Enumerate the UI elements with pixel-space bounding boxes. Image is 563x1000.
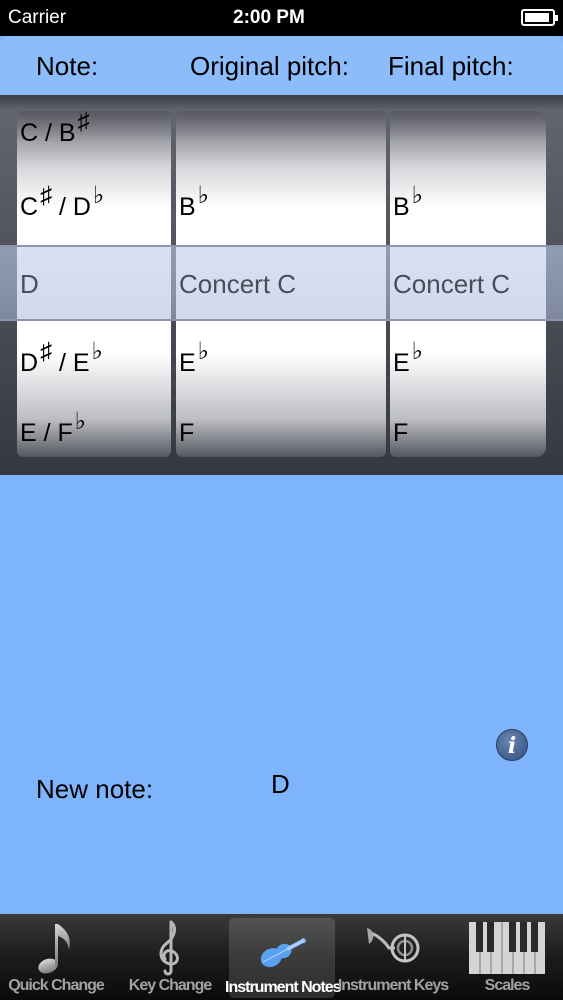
tab-label: Scales xyxy=(484,977,531,994)
treble-clef-icon xyxy=(114,920,226,976)
picker-row[interactable]: E♭ xyxy=(179,338,209,378)
picker-row[interactable]: B♭ xyxy=(179,182,209,222)
carrier-label: Carrier xyxy=(8,7,67,28)
french-horn-icon xyxy=(337,920,449,976)
tab-label: Quick Change xyxy=(8,977,105,994)
selected-original-pitch: Concert C xyxy=(179,269,297,299)
picker-row[interactable]: C♯ / D♭ xyxy=(20,182,104,222)
picker-row[interactable]: F xyxy=(393,419,408,448)
battery-icon xyxy=(521,9,558,26)
picker-row[interactable]: D♯ / E♭ xyxy=(20,338,103,378)
final-pitch-header: Final pitch: xyxy=(388,51,514,81)
status-time: 2:00 PM xyxy=(233,7,305,28)
picker-selection-indicator: D Concert C Concert C xyxy=(0,245,563,321)
selected-note: D xyxy=(20,269,39,299)
tab-bar: Quick Change Key Change Instrument Notes xyxy=(0,914,563,1000)
tab-label: Instrument Keys xyxy=(337,977,449,994)
new-note-value: D xyxy=(271,769,290,799)
tab-key-change[interactable]: Key Change xyxy=(114,914,226,1000)
tab-label: Instrument Notes xyxy=(225,979,342,996)
picker-header: Note: Original pitch: Final pitch: xyxy=(0,36,563,95)
tab-instrument-notes[interactable]: Instrument Notes xyxy=(225,918,342,998)
violin-icon xyxy=(229,924,335,980)
new-note-label: New note: xyxy=(36,774,154,804)
picker-row[interactable]: E♭ xyxy=(393,338,423,378)
tab-label: Key Change xyxy=(128,977,212,994)
picker-row[interactable]: F xyxy=(179,419,194,448)
selected-final-pitch: Concert C xyxy=(393,269,511,299)
picker-row[interactable]: B♭ xyxy=(393,182,423,222)
tab-quick-change[interactable]: Quick Change xyxy=(0,914,112,1000)
note-column-header: Note: xyxy=(36,51,99,81)
eighth-note-icon xyxy=(0,920,112,976)
tab-scales[interactable]: Scales xyxy=(451,914,563,1000)
tab-instrument-keys[interactable]: Instrument Keys xyxy=(337,914,449,1000)
status-bar: Carrier 2:00 PM xyxy=(0,0,563,36)
picker-row[interactable]: C / B♯ xyxy=(20,111,90,148)
piano-keys-icon xyxy=(451,920,563,976)
picker-row[interactable]: E / F♭ xyxy=(20,408,86,448)
info-icon[interactable]: i xyxy=(496,729,528,761)
original-pitch-header: Original pitch: xyxy=(190,51,349,81)
